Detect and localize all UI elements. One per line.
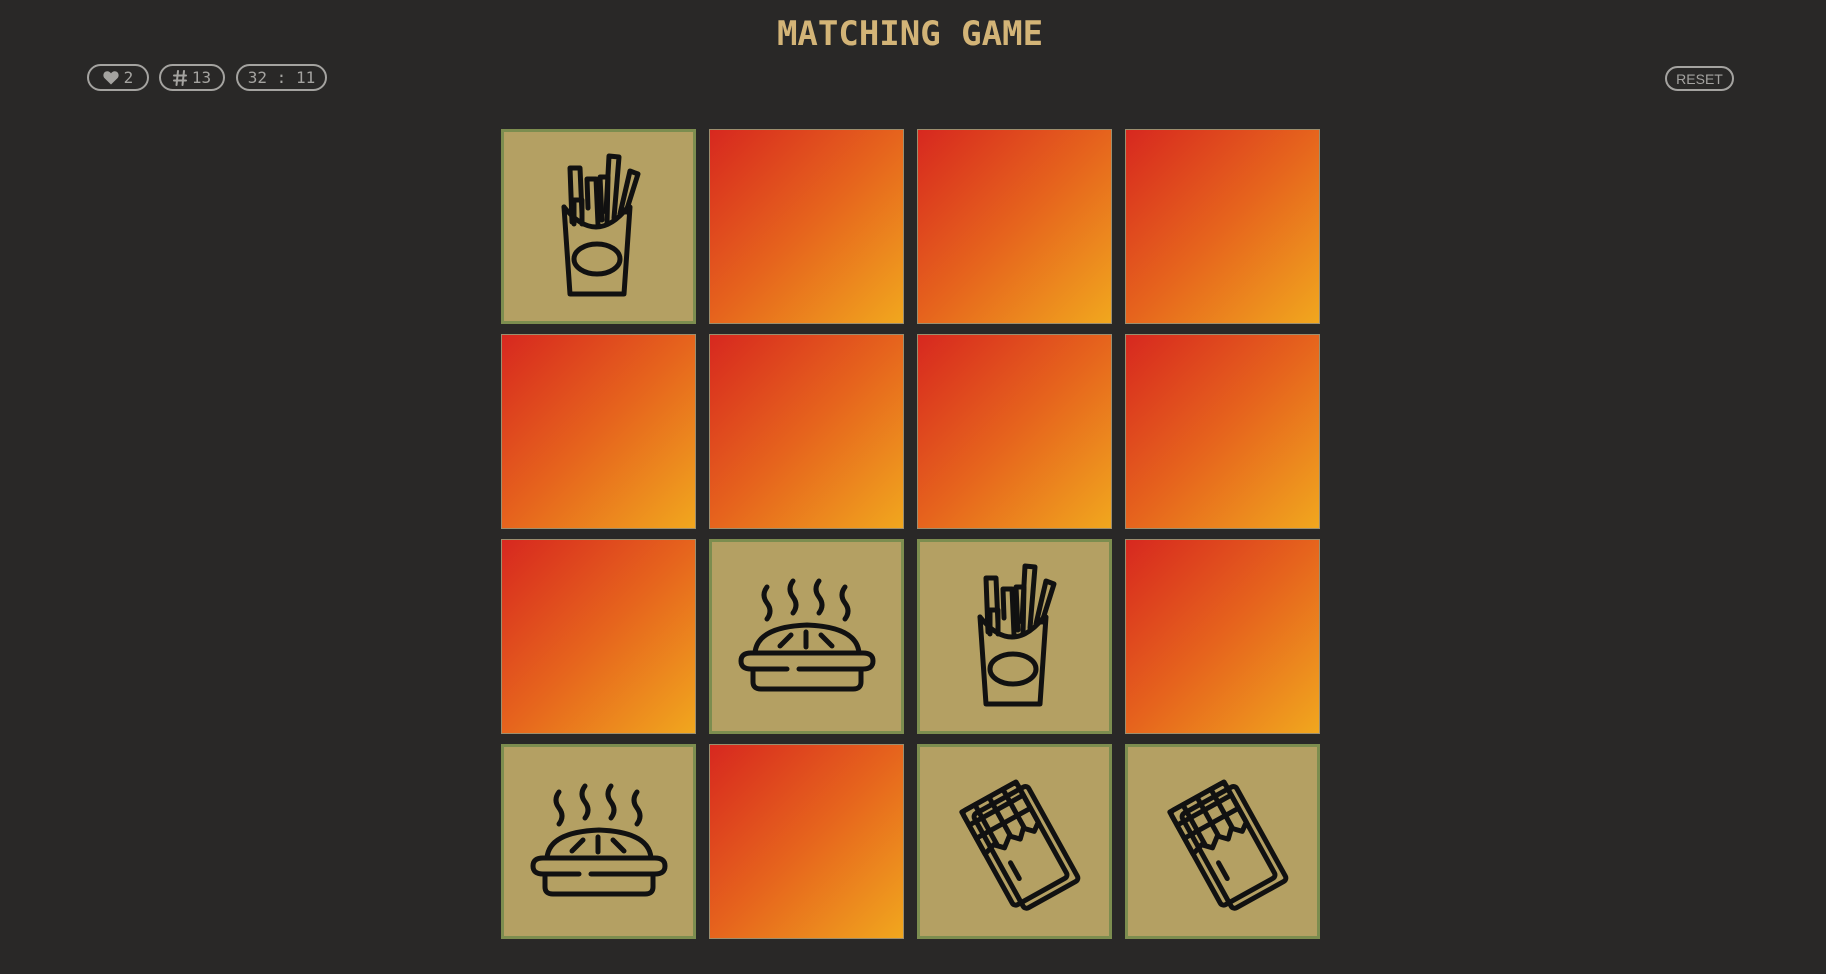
heart-icon — [103, 70, 119, 85]
card-hidden[interactable] — [1125, 539, 1320, 734]
card-revealed[interactable] — [709, 539, 904, 734]
card-revealed[interactable] — [501, 744, 696, 939]
fries-icon — [544, 152, 654, 302]
card-revealed[interactable] — [917, 744, 1112, 939]
card-hidden[interactable] — [501, 334, 696, 529]
card-grid — [501, 129, 1320, 939]
moves-value: 13 — [191, 68, 212, 87]
card-hidden[interactable] — [709, 334, 904, 529]
matching-game-app: MATCHING GAME 2 13 32 : 11 RESET — [0, 0, 1826, 974]
chocolate-icon — [1153, 772, 1293, 912]
fries-icon — [960, 562, 1070, 712]
pie-icon — [529, 782, 669, 902]
card-hidden[interactable] — [1125, 129, 1320, 324]
card-revealed[interactable] — [501, 129, 696, 324]
card-hidden[interactable] — [917, 334, 1112, 529]
card-hidden[interactable] — [709, 129, 904, 324]
hash-icon — [172, 69, 187, 86]
page-title: MATCHING GAME — [776, 14, 1044, 54]
card-hidden[interactable] — [917, 129, 1112, 324]
moves-counter: 13 — [159, 64, 225, 91]
card-hidden[interactable] — [1125, 334, 1320, 529]
reset-button[interactable]: RESET — [1665, 66, 1734, 91]
chocolate-icon — [945, 772, 1085, 912]
card-revealed[interactable] — [1125, 744, 1320, 939]
card-hidden[interactable] — [501, 539, 696, 734]
card-hidden[interactable] — [709, 744, 904, 939]
lives-value: 2 — [123, 68, 134, 87]
pie-icon — [737, 577, 877, 697]
timer: 32 : 11 — [236, 64, 327, 91]
card-revealed[interactable] — [917, 539, 1112, 734]
timer-value: 32 : 11 — [247, 68, 316, 87]
lives-counter: 2 — [87, 64, 149, 91]
